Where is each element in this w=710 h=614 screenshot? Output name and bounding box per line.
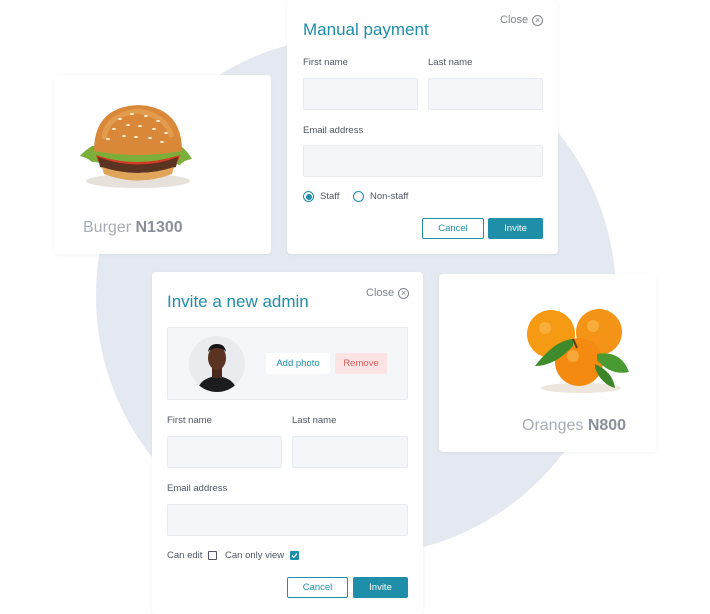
check-icon: [291, 553, 298, 559]
add-photo-button[interactable]: Add photo: [266, 353, 330, 374]
radio-dot: [353, 191, 364, 202]
product-price: N800: [587, 417, 627, 434]
oranges-image: [527, 309, 629, 393]
last-name-label: Last name: [428, 57, 473, 68]
invite-button[interactable]: Invite: [488, 218, 543, 239]
role-radio-staff[interactable]: Staff: [303, 191, 339, 202]
modal-title: Invite a new admin: [167, 292, 309, 311]
product-name: Burger: [83, 219, 132, 236]
product-label-burger: Burger N1300: [83, 219, 183, 237]
product-card-burger: Burger N1300: [54, 75, 271, 254]
first-name-label: First name: [303, 57, 348, 68]
checkbox-label: Can only view: [225, 550, 285, 561]
permission-can-only-view: Can only view: [225, 550, 300, 561]
cancel-button[interactable]: Cancel: [422, 218, 484, 239]
last-name-label: Last name: [292, 415, 337, 426]
close-circle-icon: ×: [398, 287, 410, 299]
first-name-field[interactable]: [167, 436, 282, 468]
cancel-button[interactable]: Cancel: [287, 577, 348, 598]
permission-can-edit: Can edit: [167, 550, 218, 561]
product-label-oranges: Oranges N800: [522, 417, 626, 435]
invite-admin-modal: Invite a new admin Close × Add photo Rem…: [152, 272, 423, 614]
email-field[interactable]: [167, 504, 408, 536]
first-name-field[interactable]: [303, 78, 418, 110]
product-price: N1300: [135, 219, 183, 236]
close-label: Close: [366, 287, 395, 299]
avatar-icon: [189, 336, 245, 392]
can-only-view-checkbox[interactable]: [290, 551, 300, 560]
close-label: Close: [500, 14, 529, 26]
close-circle-icon: ×: [532, 14, 544, 26]
avatar-photo: [189, 336, 245, 392]
manual-payment-modal: Manual payment Close × First name Last n…: [287, 0, 558, 254]
photo-upload-area: Add photo Remove: [167, 327, 408, 400]
product-name: Oranges: [522, 417, 584, 434]
product-card-oranges: Oranges N800: [439, 274, 656, 452]
radio-label: Staff: [320, 191, 340, 202]
first-name-label: First name: [167, 415, 212, 426]
last-name-field[interactable]: [292, 436, 408, 468]
invite-button[interactable]: Invite: [353, 577, 408, 598]
close-button[interactable]: Close ×: [500, 14, 544, 26]
radio-label: Non-staff: [370, 191, 409, 202]
close-button[interactable]: Close ×: [366, 287, 410, 299]
last-name-field[interactable]: [428, 78, 543, 110]
modal-title: Manual payment: [303, 20, 429, 39]
can-edit-checkbox[interactable]: [208, 551, 218, 560]
email-field[interactable]: [303, 145, 543, 177]
role-radio-non-staff[interactable]: Non-staff: [353, 191, 408, 202]
email-label: Email address: [167, 483, 228, 494]
radio-dot: [303, 191, 314, 202]
checkbox-label: Can edit: [167, 550, 203, 561]
email-label: Email address: [303, 125, 364, 136]
burger-image: [80, 105, 192, 188]
remove-photo-button[interactable]: Remove: [335, 353, 387, 374]
